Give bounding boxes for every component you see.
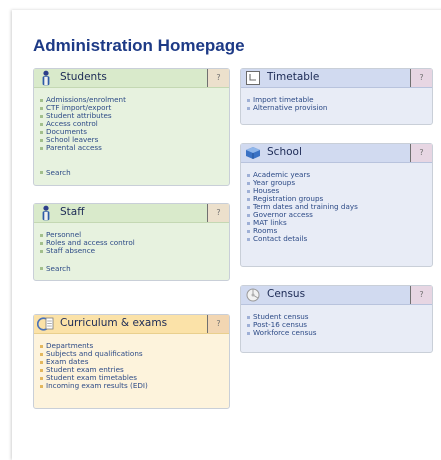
person-icon [37, 70, 55, 86]
census-help-button[interactable]: ? [410, 286, 432, 304]
calendar-icon [244, 70, 262, 86]
students-panel-title[interactable]: Students [60, 71, 107, 83]
school-panel: School ? Academic years Year groups Hous… [240, 143, 433, 267]
students-panel-header: Students ? [34, 69, 229, 88]
staff-panel-title[interactable]: Staff [60, 206, 84, 218]
timetable-help-button[interactable]: ? [410, 69, 432, 87]
census-icon [244, 287, 262, 303]
students-search-link[interactable]: Search [39, 168, 71, 177]
curriculum-icon [36, 316, 55, 332]
staff-link-list: Personnel Roles and access control Staff… [39, 231, 135, 255]
census-link-list: Student census Post-16 census Workforce … [246, 313, 317, 337]
list-item[interactable]: Contact details [246, 235, 358, 243]
curriculum-help-button[interactable]: ? [207, 315, 229, 333]
school-link-list: Academic years Year groups Houses Regist… [246, 171, 358, 243]
curriculum-panel-header: Curriculum & exams ? [34, 315, 229, 334]
list-item[interactable]: Incoming exam results (EDI) [39, 382, 148, 390]
students-panel: Students ? Admissions/enrolment CTF impo… [33, 68, 230, 186]
school-help-button[interactable]: ? [410, 144, 432, 162]
students-link-list: Admissions/enrolment CTF import/export S… [39, 96, 126, 152]
list-item[interactable]: Parental access [39, 144, 126, 152]
page-title: Administration Homepage [33, 36, 245, 55]
census-panel-header: Census ? [241, 286, 432, 305]
staff-search-link[interactable]: Search [39, 264, 71, 273]
curriculum-panel: Curriculum & exams ? Departments Subject… [33, 314, 230, 409]
school-panel-header: School ? [241, 144, 432, 163]
list-item[interactable]: Staff absence [39, 247, 135, 255]
timetable-panel-title[interactable]: Timetable [267, 71, 319, 83]
staff-panel-header: Staff ? [34, 204, 229, 223]
timetable-panel: Timetable ? Import timetable Alternative… [240, 68, 433, 125]
students-help-button[interactable]: ? [207, 69, 229, 87]
census-panel: Census ? Student census Post-16 census W… [240, 285, 433, 353]
person-icon [37, 205, 55, 221]
staff-panel: Staff ? Personnel Roles and access contr… [33, 203, 230, 281]
curriculum-panel-title[interactable]: Curriculum & exams [60, 317, 167, 329]
timetable-panel-header: Timetable ? [241, 69, 432, 88]
list-item[interactable]: Workforce census [246, 329, 317, 337]
list-item[interactable]: Alternative provision [246, 104, 327, 112]
census-panel-title[interactable]: Census [267, 288, 305, 300]
school-icon [244, 145, 262, 161]
school-panel-title[interactable]: School [267, 146, 302, 158]
curriculum-link-list: Departments Subjects and qualifications … [39, 342, 148, 390]
staff-help-button[interactable]: ? [207, 204, 229, 222]
timetable-link-list: Import timetable Alternative provision [246, 96, 327, 112]
